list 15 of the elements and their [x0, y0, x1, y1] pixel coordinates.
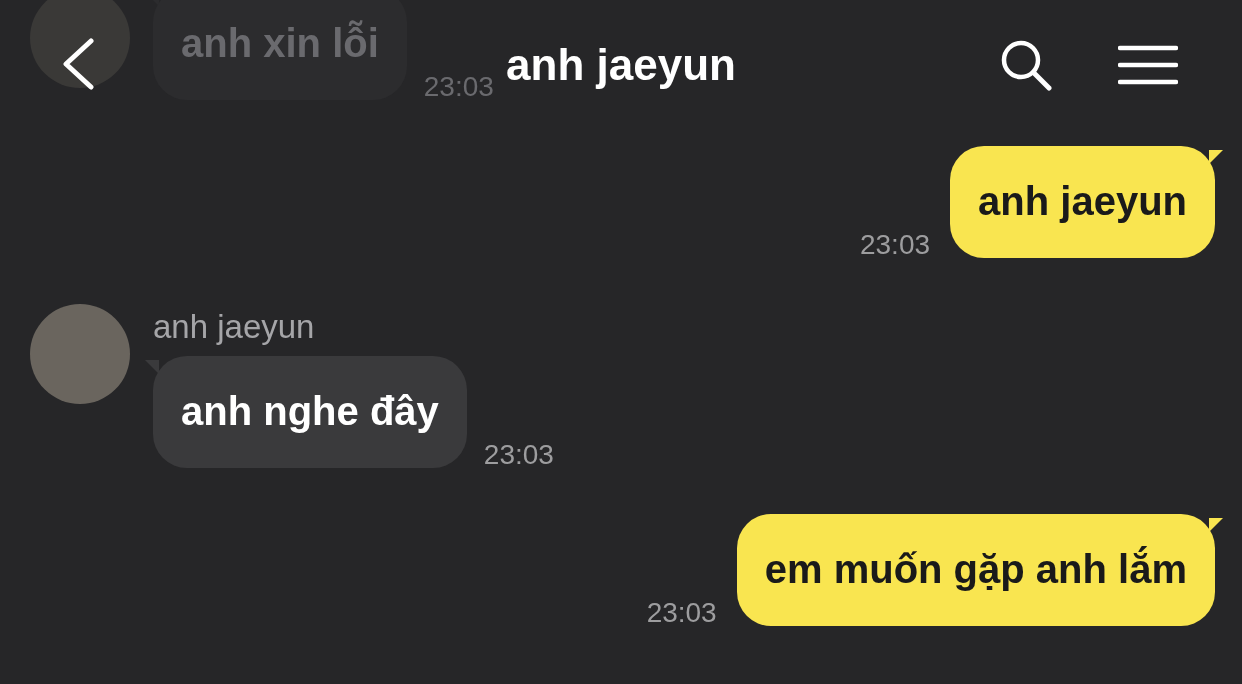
message-time: 23:03	[423, 71, 494, 103]
message-time: 23:03	[859, 229, 931, 261]
menu-icon[interactable]	[1118, 45, 1178, 85]
bubble-tail	[1209, 150, 1223, 164]
message-bubble: anh jaeyun	[950, 146, 1215, 258]
sender-name: anh jaeyun	[153, 308, 316, 346]
message-bubble: anh xin lỗi	[153, 0, 407, 100]
chat-title: anh jaeyun	[506, 40, 736, 90]
message-bubble: anh nghe đây	[153, 356, 467, 468]
message-bubble: em muốn gặp anh lắm	[736, 514, 1215, 626]
bubble-tail	[1209, 518, 1223, 532]
back-icon[interactable]	[60, 38, 96, 90]
message-time: 23:03	[483, 439, 554, 471]
search-icon[interactable]	[1000, 39, 1052, 91]
message-time: 23:03	[646, 597, 717, 629]
